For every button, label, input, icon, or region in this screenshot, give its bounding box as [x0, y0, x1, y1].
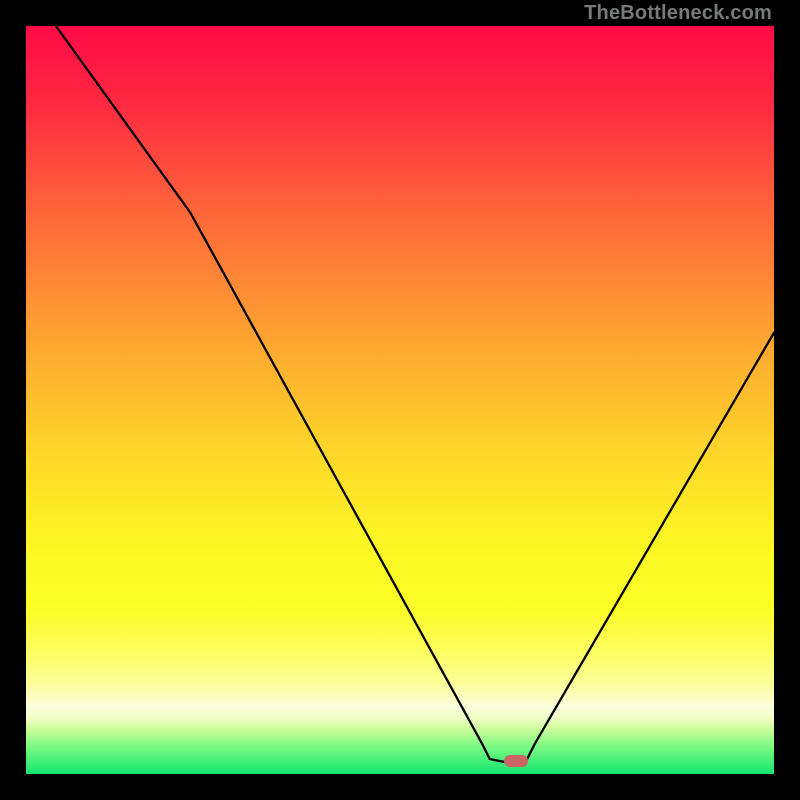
- curve-layer: [26, 26, 774, 774]
- chart-container: [26, 26, 774, 774]
- optimal-marker: [504, 755, 528, 767]
- bottleneck-curve: [56, 26, 774, 763]
- watermark-text: TheBottleneck.com: [584, 2, 772, 25]
- plot-area: [26, 26, 774, 774]
